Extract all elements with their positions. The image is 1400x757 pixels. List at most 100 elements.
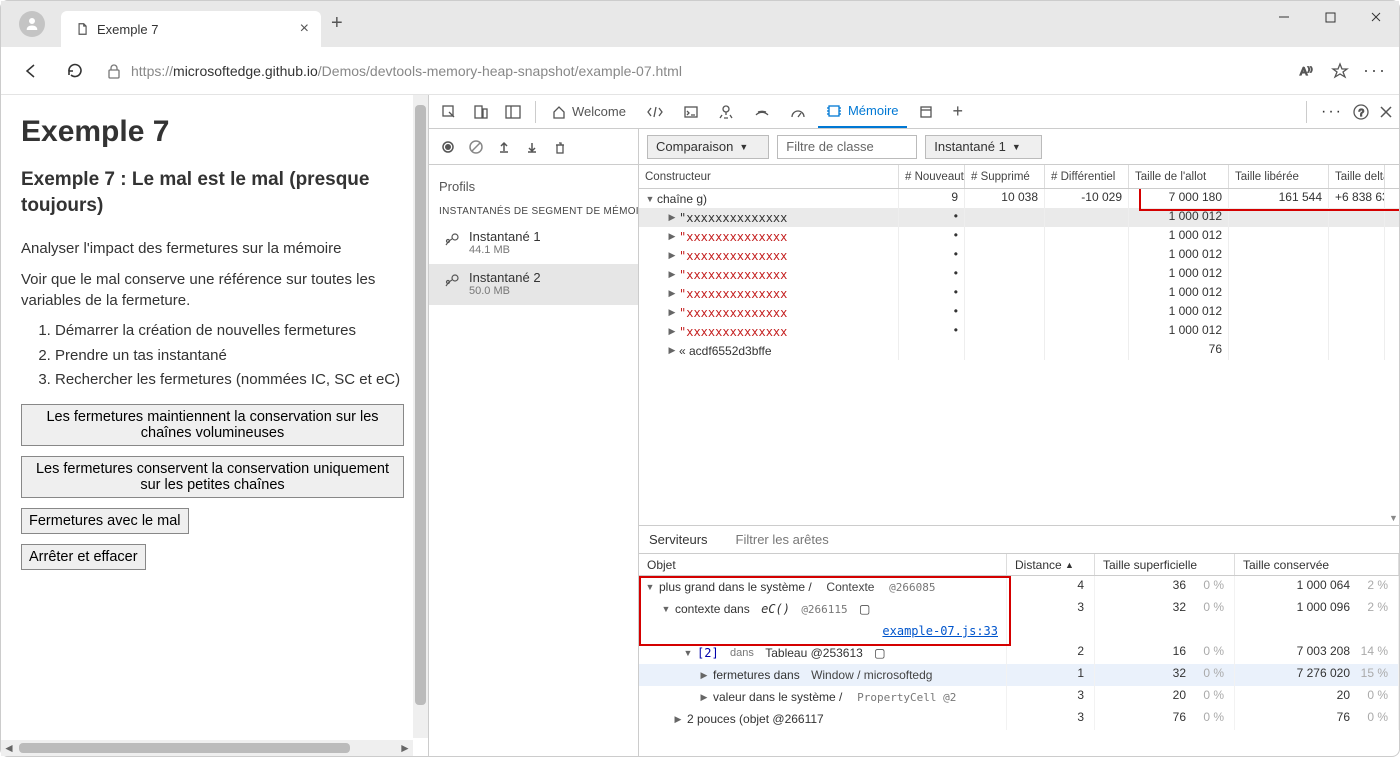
grid-body[interactable]: chaîne g) 9 10 038 -10 029 7 000 180 161…	[639, 189, 1399, 526]
grid-row[interactable]: "xxxxxxxxxxxxxx•1 000 012	[639, 284, 1399, 303]
tab-application[interactable]	[911, 96, 941, 128]
tab-network[interactable]	[746, 96, 778, 128]
grid-row[interactable]: "xxxxxxxxxxxxxx•1 000 012	[639, 322, 1399, 341]
more-icon[interactable]: ···	[1363, 60, 1387, 81]
col-constructor[interactable]: Constructeur	[639, 165, 899, 188]
retainer-row[interactable]: 2 pouces (objet @266117 3 760 % 760 %	[639, 708, 1399, 730]
grid-header: Constructeur # Nouveauté # Supprimé # Di…	[639, 165, 1399, 189]
page-intro-2: Voir que le mal conserve une référence s…	[21, 269, 404, 311]
svg-text:?: ?	[1359, 108, 1365, 119]
grid-row[interactable]: "xxxxxxxxxxxxxx•1 000 012	[639, 246, 1399, 265]
snapshot-item[interactable]: Instantané 1 44.1 MB	[429, 223, 638, 264]
page-vertical-scrollbar[interactable]	[413, 95, 428, 738]
snapshot-item[interactable]: Instantané 2 50.0 MB	[429, 264, 638, 305]
retainers-columns: Objet Distance ▲ Taille superficielle Ta…	[639, 554, 1399, 576]
action-button-2[interactable]: Les fermetures conservent la conservatio…	[21, 456, 404, 498]
new-tab-button[interactable]: +	[331, 12, 343, 37]
col-deleted[interactable]: # Supprimé	[965, 165, 1045, 188]
grid-row[interactable]: "xxxxxxxxxxxxxx•1 000 012	[639, 208, 1399, 227]
retainer-row-link[interactable]: example-07.js:33	[639, 620, 1399, 642]
retainers-body[interactable]: plus grand dans le système / Contexte @2…	[639, 576, 1399, 756]
grid-row[interactable]: "xxxxxxxxxxxxxx•1 000 012	[639, 265, 1399, 284]
url-text: https://microsoftedge.github.io/Demos/de…	[131, 63, 682, 79]
devtools-more-icon[interactable]: ···	[1321, 103, 1343, 121]
snapshot-icon	[443, 231, 461, 249]
page-content: Exemple 7 Exemple 7 : Le mal est le mal …	[1, 95, 429, 756]
close-button[interactable]	[1353, 1, 1399, 33]
tab-console[interactable]	[676, 96, 706, 128]
col-freed[interactable]: Taille libérée	[1229, 165, 1329, 188]
grid-row[interactable]: « acdf6552d3bffe76	[639, 341, 1399, 360]
retainer-row[interactable]: valeur dans le système / PropertyCell @2…	[639, 686, 1399, 708]
page-horizontal-scrollbar[interactable]: ◄►	[1, 740, 413, 756]
col-distance[interactable]: Distance ▲	[1007, 554, 1095, 575]
grid-row[interactable]: "xxxxxxxxxxxxxx•1 000 012	[639, 303, 1399, 322]
tab-add[interactable]: +	[945, 96, 972, 128]
profiles-sidebar: Profils INSTANTANÉS DE SEGMENT DE MÉMOIR…	[429, 129, 639, 756]
favorite-icon[interactable]	[1331, 62, 1349, 80]
action-button-3[interactable]: Fermetures avec le mal	[21, 508, 189, 534]
retainer-row[interactable]: plus grand dans le système / Contexte @2…	[639, 576, 1399, 598]
action-button-1[interactable]: Les fermetures maintiennent la conservat…	[21, 404, 404, 446]
title-bar: Exemple 7 × +	[1, 1, 1399, 47]
svg-text:A⁾⁾: A⁾⁾	[1300, 66, 1313, 78]
window-controls	[1261, 1, 1399, 33]
back-button[interactable]	[13, 53, 49, 89]
devtools-tab-bar: Welcome Mémoire + ··· ?	[429, 95, 1399, 129]
record-icon[interactable]	[439, 140, 457, 154]
devtools-help-icon[interactable]: ?	[1353, 104, 1369, 120]
step-item: Rechercher les fermetures (nommées IC, S…	[55, 370, 404, 390]
retainer-row[interactable]: contexte dans eC() @266115 ▢ 3 320 % 1 0…	[639, 598, 1399, 620]
class-filter-input[interactable]: Filtre de classe	[777, 135, 917, 159]
tab-sources[interactable]	[710, 96, 742, 128]
step-item: Prendre un tas instantané	[55, 346, 404, 366]
inspect-icon[interactable]	[435, 98, 463, 126]
snapshot-icon	[443, 272, 461, 290]
address-bar: https://microsoftedge.github.io/Demos/de…	[1, 47, 1399, 95]
tab-title: Exemple 7	[97, 22, 292, 37]
col-shallow[interactable]: Taille superficielle	[1095, 554, 1235, 575]
snapshot-size: 50.0 MB	[469, 285, 541, 297]
tab-close-icon[interactable]: ×	[300, 20, 309, 38]
source-link[interactable]: example-07.js:33	[882, 624, 998, 638]
panel-icon[interactable]	[499, 98, 527, 126]
browser-tab[interactable]: Exemple 7 ×	[61, 11, 321, 47]
devtools-close-icon[interactable]	[1379, 104, 1393, 119]
clear-icon[interactable]	[467, 140, 485, 154]
refresh-button[interactable]	[57, 53, 93, 89]
gc-icon[interactable]	[551, 140, 569, 154]
retainers-filter-label[interactable]: Filtrer les arêtes	[736, 532, 829, 547]
profile-avatar[interactable]	[19, 11, 45, 37]
url-field[interactable]: https://microsoftedge.github.io/Demos/de…	[101, 63, 1291, 79]
base-snapshot-select[interactable]: Instantané 1▼	[925, 135, 1041, 159]
profiles-section: INSTANTANÉS DE SEGMENT DE MÉMOIRE	[429, 202, 638, 223]
col-new[interactable]: # Nouveauté	[899, 165, 965, 188]
download-icon[interactable]	[523, 140, 541, 154]
grid-row[interactable]: chaîne g) 9 10 038 -10 029 7 000 180 161…	[639, 189, 1399, 208]
col-alloc[interactable]: Taille de l'allot	[1129, 165, 1229, 188]
maximize-button[interactable]	[1307, 1, 1353, 33]
col-retained[interactable]: Taille conservée	[1235, 554, 1399, 575]
tab-memory[interactable]: Mémoire	[818, 96, 907, 128]
retainers-title: Serviteurs	[649, 532, 708, 547]
grid-row[interactable]: "xxxxxxxxxxxxxx•1 000 012	[639, 227, 1399, 246]
grid-scrollbar[interactable]: ▼	[1387, 189, 1399, 525]
profiles-toolbar	[429, 129, 638, 165]
col-object[interactable]: Objet	[639, 554, 1007, 575]
tab-welcome[interactable]: Welcome	[544, 96, 634, 128]
tab-elements[interactable]	[638, 96, 672, 128]
read-aloud-icon[interactable]: A⁾⁾	[1299, 62, 1317, 80]
snapshot-name: Instantané 1	[469, 229, 541, 244]
retainer-row[interactable]: fermetures dans Window / microsoftedg 1 …	[639, 664, 1399, 686]
action-button-4[interactable]: Arrêter et effacer	[21, 544, 146, 570]
retainers-header: Serviteurs Filtrer les arêtes	[639, 526, 1399, 554]
upload-icon[interactable]	[495, 140, 513, 154]
tab-performance[interactable]	[782, 96, 814, 128]
minimize-button[interactable]	[1261, 1, 1307, 33]
col-delta[interactable]: # Différentiel	[1045, 165, 1129, 188]
comparison-panel: Comparaison▼ Filtre de classe Instantané…	[639, 129, 1399, 756]
col-size-delta[interactable]: Taille delta	[1329, 165, 1385, 188]
device-icon[interactable]	[467, 98, 495, 126]
view-mode-select[interactable]: Comparaison▼	[647, 135, 769, 159]
retainer-row[interactable]: [2] dans Tableau @253613 ▢ 2 160 % 7 003…	[639, 642, 1399, 664]
